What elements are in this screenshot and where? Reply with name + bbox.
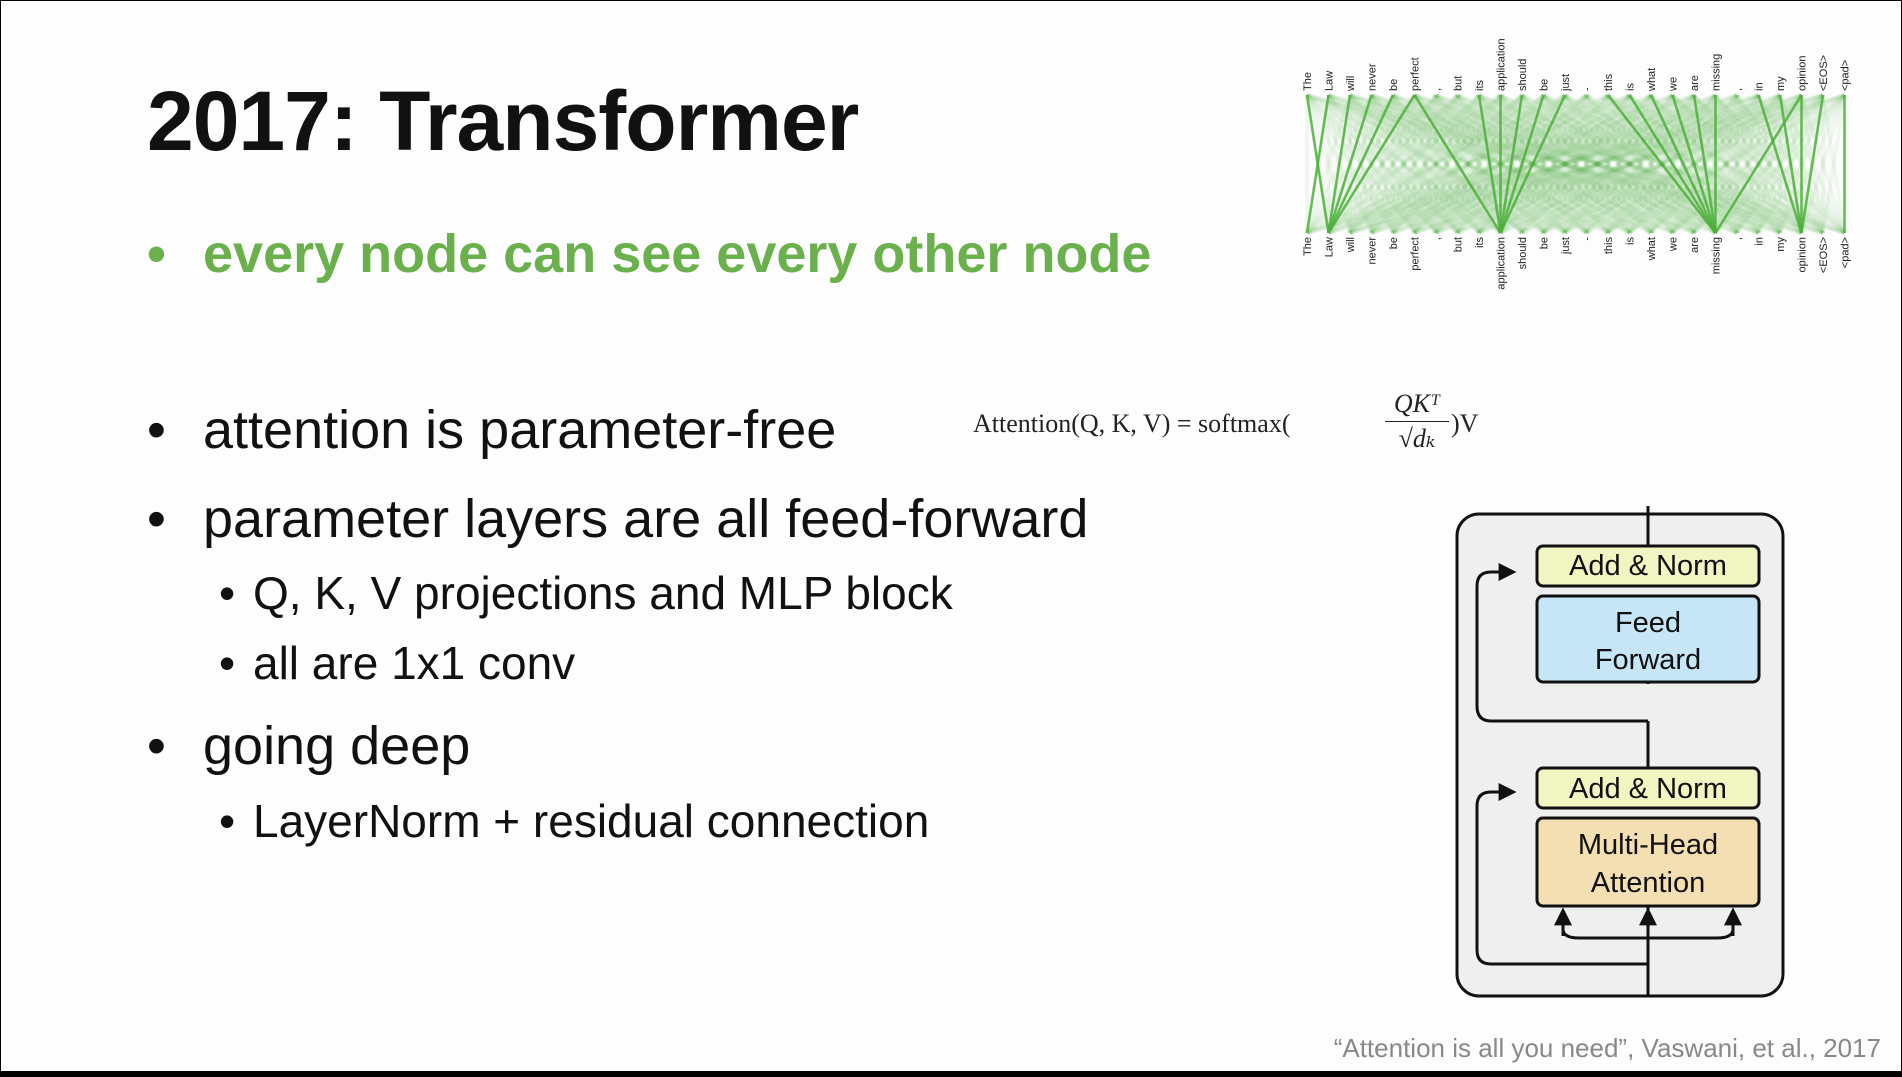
bullet-text: attention is parameter-free — [203, 400, 837, 460]
token-label-top: be — [1388, 79, 1400, 91]
token-label-top: perfect — [1410, 57, 1422, 91]
feed-forward-label-2: Forward — [1595, 644, 1701, 676]
slide: 2017: Transformer • every node can see e… — [1, 1, 1901, 1071]
token-label-bottom: missing — [1711, 237, 1723, 274]
bullet-dot: • — [219, 795, 236, 847]
token-label-top: opinion — [1797, 56, 1809, 91]
token-label-bottom: will — [1345, 237, 1357, 253]
token-label-top: its — [1474, 80, 1486, 92]
formula-lhs: Attention(Q, K, V) = softmax( — [973, 409, 1291, 438]
token-label-bottom: , — [1431, 237, 1443, 240]
bullet-text: parameter layers are all feed-forward — [203, 489, 1089, 549]
top-add-norm-label: Add & Norm — [1569, 550, 1727, 582]
token-label-top: should — [1517, 59, 1529, 91]
bullet-text: every node can see every other node — [203, 224, 1152, 284]
token-label-bottom: just — [1560, 237, 1572, 255]
bullet-going-deep: • going deep — [147, 715, 470, 777]
token-label-bottom: should — [1517, 237, 1529, 269]
bottom-add-norm-label: Add & Norm — [1569, 773, 1727, 805]
bullet-text: going deep — [203, 716, 471, 776]
formula-denominator: √dₖ — [1398, 424, 1436, 453]
bullet-dot: • — [219, 567, 236, 619]
token-label-bottom: <pad> — [1840, 237, 1852, 268]
bullet-dot: • — [147, 489, 166, 549]
token-label-top: Law — [1324, 71, 1336, 91]
token-label-bottom: <EOS> — [1818, 237, 1830, 273]
token-label-top: application — [1496, 38, 1508, 91]
sub-bullet-text: Q, K, V projections and MLP block — [253, 567, 953, 619]
token-label-top: this — [1603, 73, 1615, 91]
formula-rhs: )V — [1451, 409, 1479, 438]
token-label-top: , — [1732, 88, 1744, 91]
token-label-bottom: - — [1582, 237, 1594, 241]
token-label-top: just — [1560, 74, 1572, 92]
bullet-dot: • — [219, 637, 236, 689]
token-label-top: <pad> — [1840, 60, 1852, 91]
token-label-bottom: its — [1474, 237, 1486, 249]
sub-bullet-text: LayerNorm + residual connection — [253, 795, 930, 847]
token-label-bottom: what — [1646, 237, 1658, 261]
bullet-parameter-layers: • parameter layers are all feed-forward — [147, 488, 1088, 550]
token-label-bottom: are — [1689, 237, 1701, 253]
transformer-block-diagram: Add & Norm Feed Forward Add & Norm Multi… — [1455, 506, 1785, 998]
multi-head-label-1: Multi-Head — [1578, 829, 1718, 861]
token-label-bottom: never — [1367, 237, 1379, 265]
token-label-bottom: in — [1754, 237, 1766, 246]
token-label-bottom: , — [1732, 237, 1744, 240]
token-label-top: but — [1453, 76, 1465, 91]
token-label-bottom: Law — [1324, 237, 1336, 257]
formula-fraction: QKᵀ √dₖ — [1385, 389, 1449, 454]
citation: “Attention is all you need”, Vaswani, et… — [1333, 1033, 1881, 1063]
token-label-top: what — [1646, 68, 1658, 92]
attention-formula: Attention(Q, K, V) = softmax( QKᵀ √dₖ )V — [973, 389, 1493, 469]
sub-bullet-qkv: • Q, K, V projections and MLP block — [219, 566, 953, 620]
sub-bullet-layernorm: • LayerNorm + residual connection — [219, 794, 929, 848]
token-label-bottom: this — [1603, 237, 1615, 255]
token-label-top: be — [1539, 79, 1551, 91]
token-label-top: missing — [1711, 54, 1723, 91]
token-label-bottom: we — [1668, 237, 1680, 252]
bullet-attention: • attention is parameter-free — [147, 399, 836, 461]
token-label-top: The — [1302, 72, 1314, 91]
token-label-top: we — [1668, 77, 1680, 92]
bullet-dot: • — [147, 400, 166, 460]
token-label-bottom: is — [1625, 237, 1637, 245]
token-label-bottom: opinion — [1797, 237, 1809, 272]
multi-head-label-2: Attention — [1591, 867, 1705, 899]
feed-forward-label-1: Feed — [1615, 607, 1681, 639]
token-label-bottom: my — [1775, 237, 1787, 252]
token-label-bottom: be — [1539, 237, 1551, 249]
token-label-top: in — [1754, 82, 1766, 91]
token-label-top: - — [1582, 87, 1594, 91]
token-label-bottom: be — [1388, 237, 1400, 249]
token-label-top: is — [1625, 83, 1637, 91]
sub-bullet-conv: • all are 1x1 conv — [219, 636, 575, 690]
token-label-top: , — [1431, 88, 1443, 91]
bullet-dot: • — [147, 716, 166, 776]
token-label-top: my — [1775, 76, 1787, 91]
token-label-bottom: perfect — [1410, 237, 1422, 271]
token-label-bottom: The — [1302, 237, 1314, 256]
attention-visualization: TheTheLawLawwillwillneverneverbebeperfec… — [1302, 38, 1852, 290]
token-label-top: are — [1689, 75, 1701, 91]
bullet-highlight: • every node can see every other node — [147, 223, 1151, 285]
token-label-top: <EOS> — [1818, 55, 1830, 91]
slide-title: 2017: Transformer — [147, 74, 859, 168]
bullet-dot: • — [147, 224, 166, 284]
token-label-top: will — [1345, 76, 1357, 92]
token-label-bottom: but — [1453, 237, 1465, 252]
sub-bullet-text: all are 1x1 conv — [253, 637, 576, 689]
token-label-bottom: application — [1496, 237, 1508, 290]
formula-numerator: QKᵀ — [1385, 389, 1449, 422]
token-label-top: never — [1367, 63, 1379, 91]
